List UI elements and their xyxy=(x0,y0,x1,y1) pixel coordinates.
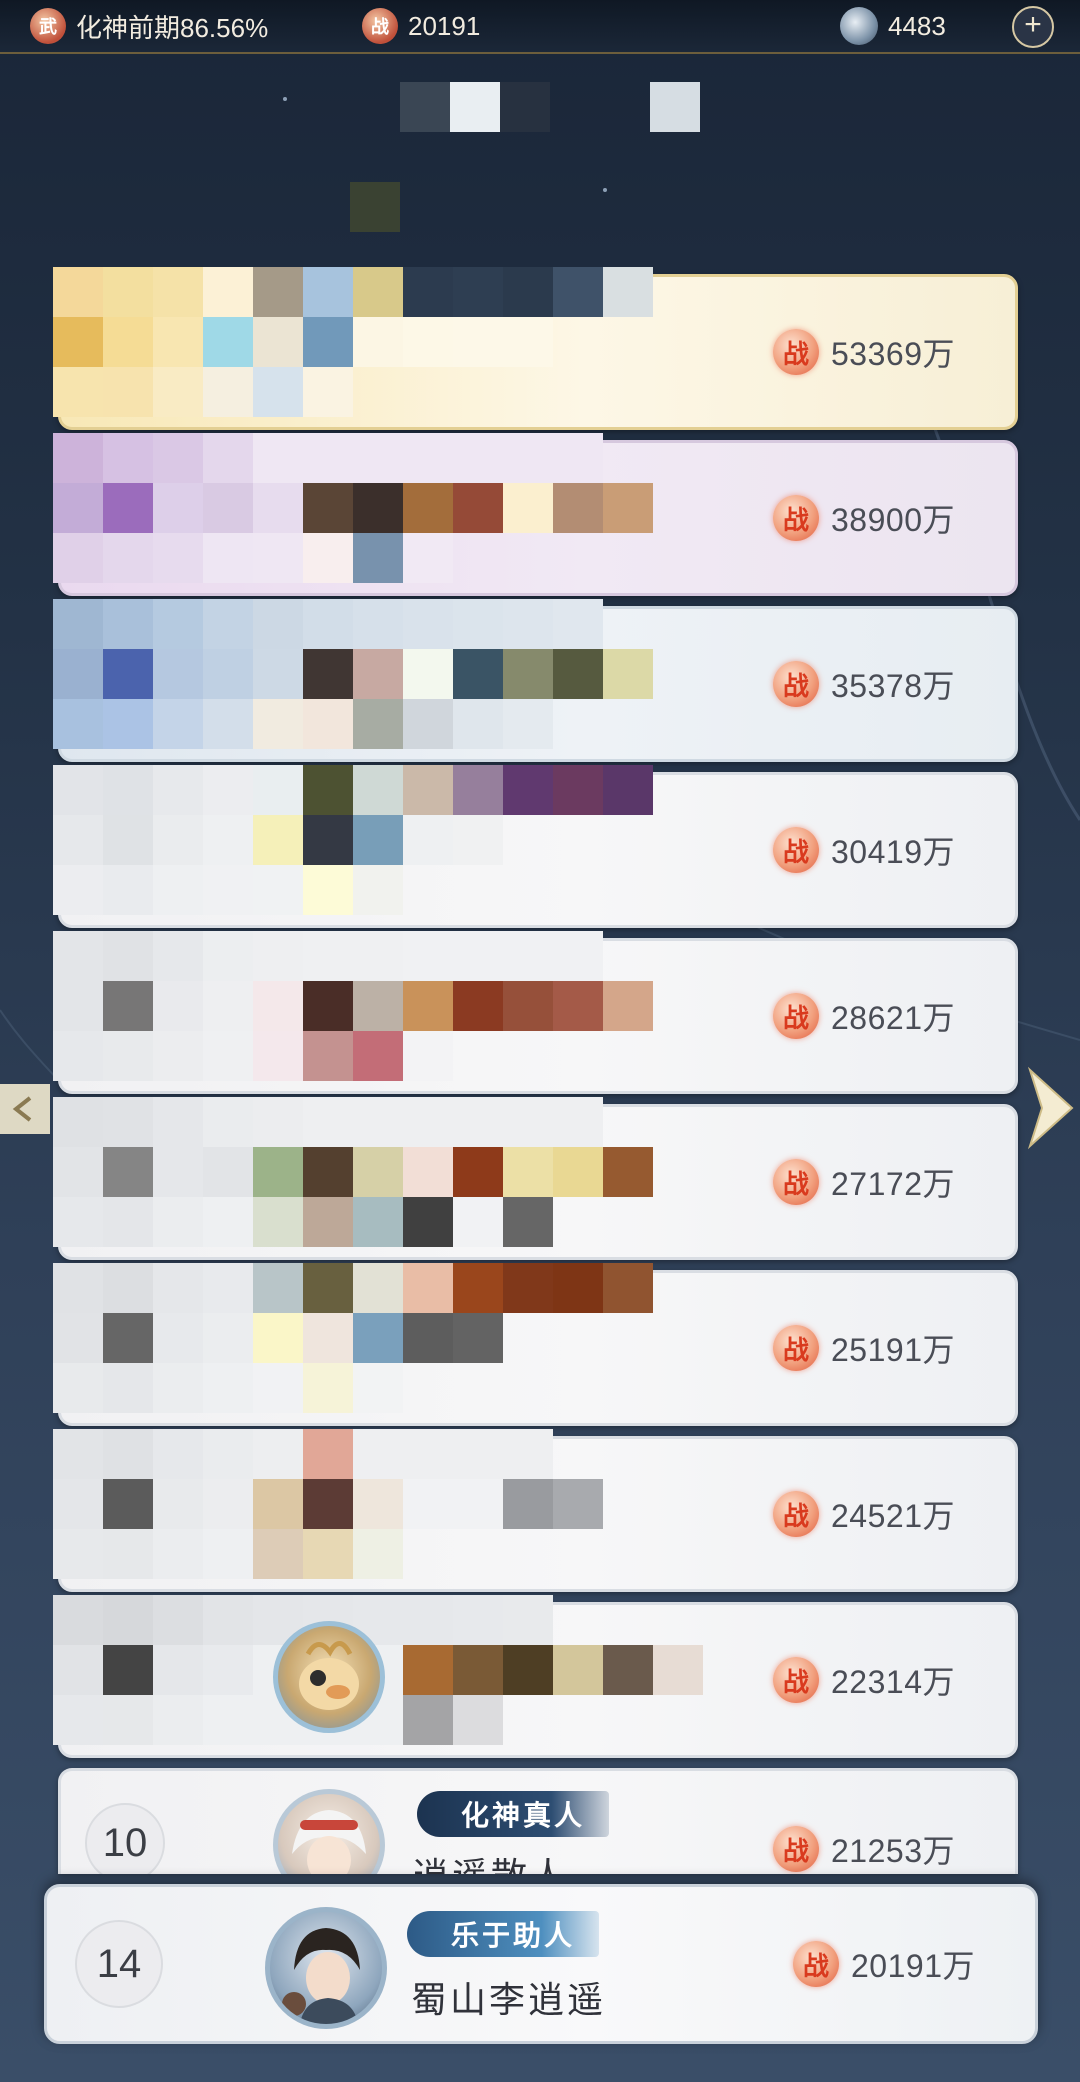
top-status-bar: 武 化神前期86.56% 战 20191 4483 + xyxy=(0,0,1080,54)
power-display: 战 28621万 xyxy=(773,993,955,1039)
power-value: 53369万 xyxy=(831,336,955,372)
power-value: 21253万 xyxy=(831,1833,955,1869)
power-value: 22314万 xyxy=(831,1664,955,1700)
combat-power-icon: 战 xyxy=(773,827,819,873)
combat-power-icon: 战 xyxy=(362,8,398,44)
power-display: 战 53369万 xyxy=(773,329,955,375)
player-name: 逍遥散人 xyxy=(413,1847,569,1874)
rank-row-10[interactable]: 10 化神真人 逍遥散人 战 21253万 xyxy=(58,1768,1018,1874)
my-rank-row[interactable]: 14 乐于助人 蜀山李逍遥 战 20191万 xyxy=(44,1884,1038,2044)
swordsman-avatar-icon xyxy=(282,1928,360,2024)
rank-row-6[interactable]: 战 27172万 xyxy=(53,1097,1018,1260)
power-display: 战 27172万 xyxy=(773,1159,955,1205)
combat-power-icon: 战 xyxy=(773,661,819,707)
power-display: 战 35378万 xyxy=(773,661,955,707)
power-display: 战 25191万 xyxy=(773,1325,955,1371)
my-rank-number: 14 xyxy=(75,1920,163,2008)
rank-row-1[interactable]: 战 53369万 xyxy=(53,267,1018,430)
player-info-obscured xyxy=(53,1429,713,1605)
combat-power-icon: 战 xyxy=(773,1491,819,1537)
add-currency-button[interactable]: + xyxy=(1012,6,1054,48)
realm-badge-icon: 武 xyxy=(30,8,66,44)
spirit-stone-icon xyxy=(840,7,878,45)
combat-power-icon: 战 xyxy=(773,1159,819,1205)
combat-power[interactable]: 战 20191 xyxy=(362,6,480,46)
subtitle-obscured xyxy=(350,182,400,232)
combat-power-icon: 战 xyxy=(773,993,819,1039)
power-display: 战 24521万 xyxy=(773,1491,955,1537)
player-info-obscured xyxy=(53,1097,713,1273)
power-value: 38900万 xyxy=(831,502,955,538)
my-player-name: 蜀山李逍遥 xyxy=(411,1979,607,2020)
spirit-stone[interactable]: 4483 xyxy=(840,6,946,46)
player-info-obscured xyxy=(53,433,713,609)
my-avatar[interactable] xyxy=(265,1907,387,2029)
player-title-tag: 化神真人 xyxy=(417,1791,610,1837)
power-display: 战 38900万 xyxy=(773,495,955,541)
rank-row-2[interactable]: 战 38900万 xyxy=(53,433,1018,596)
power-value: 28621万 xyxy=(831,1000,955,1036)
my-title-tag: 乐于助人 xyxy=(407,1911,600,1957)
rank-row-7[interactable]: 战 25191万 xyxy=(53,1263,1018,1426)
realm-progress[interactable]: 武 化神前期86.56% xyxy=(30,6,268,46)
rank-row-5[interactable]: 战 28621万 xyxy=(53,931,1018,1094)
combat-power-icon: 战 xyxy=(773,1826,819,1872)
page-title-obscured xyxy=(400,82,700,132)
rank-number: 10 xyxy=(85,1803,165,1874)
player-info-obscured xyxy=(53,765,713,941)
power-display: 战 30419万 xyxy=(773,827,955,873)
white-hair-avatar-icon xyxy=(292,1810,366,1874)
combat-power-icon: 战 xyxy=(773,1657,819,1703)
realm-text: 化神前期86.56% xyxy=(76,12,269,43)
combat-power-icon: 战 xyxy=(793,1941,839,1987)
player-avatar[interactable] xyxy=(273,1621,385,1733)
combat-power-icon: 战 xyxy=(773,1325,819,1371)
power-value: 30419万 xyxy=(831,834,955,870)
my-power-display: 战 20191万 xyxy=(793,1941,975,1987)
prev-page-arrow-icon[interactable] xyxy=(0,1084,50,1134)
player-info-obscured xyxy=(53,267,713,443)
power-value: 24521万 xyxy=(831,1498,955,1534)
power-value: 25191万 xyxy=(831,1332,955,1368)
my-power-value: 20191万 xyxy=(851,1948,975,1984)
rank-row-9[interactable]: 战 22314万 xyxy=(53,1595,1018,1758)
power-value: 35378万 xyxy=(831,668,955,704)
player-avatar[interactable] xyxy=(273,1789,385,1874)
duck-avatar-icon xyxy=(299,1641,359,1710)
combat-power-icon: 战 xyxy=(773,495,819,541)
power-display: 战 21253万 xyxy=(773,1826,955,1872)
title-text: 化神真人 xyxy=(461,1800,586,1831)
player-info-obscured xyxy=(53,1263,713,1439)
rank-row-8[interactable]: 战 24521万 xyxy=(53,1429,1018,1592)
rank-row-4[interactable]: 战 30419万 xyxy=(53,765,1018,928)
combat-power-icon: 战 xyxy=(773,329,819,375)
power-display: 战 22314万 xyxy=(773,1657,955,1703)
title-text: 乐于助人 xyxy=(451,1920,576,1951)
next-page-arrow-icon[interactable] xyxy=(1024,1066,1076,1150)
player-info-obscured xyxy=(53,931,713,1107)
player-info-obscured xyxy=(53,599,713,775)
rank-row-3[interactable]: 战 35378万 xyxy=(53,599,1018,762)
combat-power-value: 20191 xyxy=(408,10,481,41)
power-value: 27172万 xyxy=(831,1166,955,1202)
spirit-stone-value: 4483 xyxy=(888,10,946,41)
